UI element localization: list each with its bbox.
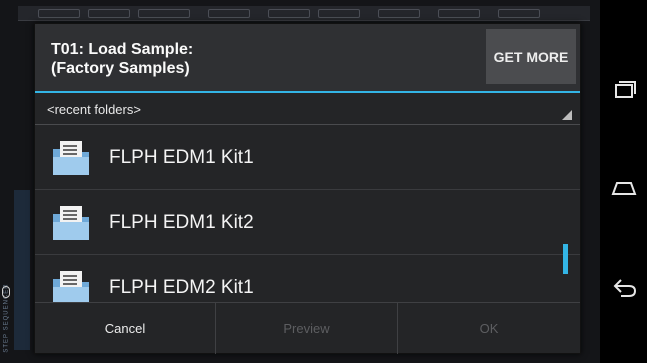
recent-apps-icon[interactable]	[609, 75, 639, 105]
list-item[interactable]: FLPH EDM1 Kit1	[35, 125, 580, 190]
background-toolbar	[18, 6, 590, 21]
dialog-title: T01: Load Sample: (Factory Samples)	[51, 41, 194, 77]
load-sample-dialog: T01: Load Sample: (Factory Samples) GET …	[34, 23, 581, 354]
sample-folder-list[interactable]: FLPH EDM1 Kit1 FLPH EDM1 Kit2 FLPH EDM2 …	[35, 125, 580, 302]
folder-icon	[53, 271, 89, 302]
back-icon[interactable]	[609, 272, 639, 302]
folder-icon	[53, 206, 89, 240]
recent-folders-dropdown[interactable]: <recent folders>	[35, 94, 580, 125]
background-sidebar	[14, 190, 30, 350]
preview-button[interactable]: Preview	[216, 303, 398, 354]
title-divider	[35, 91, 580, 93]
folder-dropdown-label: <recent folders>	[47, 102, 141, 117]
dialog-title-bar: T01: Load Sample: (Factory Samples) GET …	[35, 24, 580, 91]
cancel-button[interactable]: Cancel	[35, 303, 216, 354]
dropdown-corner-icon	[562, 110, 572, 120]
get-more-button[interactable]: GET MORE	[486, 29, 576, 84]
list-item-label: FLPH EDM1 Kit1	[109, 147, 254, 168]
ok-button[interactable]: OK	[398, 303, 580, 354]
list-item-label: FLPH EDM1 Kit2	[109, 212, 254, 233]
android-nav-bar	[600, 0, 647, 363]
folder-icon	[53, 141, 89, 175]
list-scrollbar[interactable]	[563, 244, 568, 274]
home-icon[interactable]	[609, 172, 639, 202]
dialog-button-bar: Cancel Preview OK	[35, 302, 580, 354]
list-item-label: FLPH EDM2 Kit1	[109, 277, 254, 298]
list-item[interactable]: FLPH EDM2 Kit1	[35, 255, 580, 302]
list-item[interactable]: FLPH EDM1 Kit2	[35, 190, 580, 255]
